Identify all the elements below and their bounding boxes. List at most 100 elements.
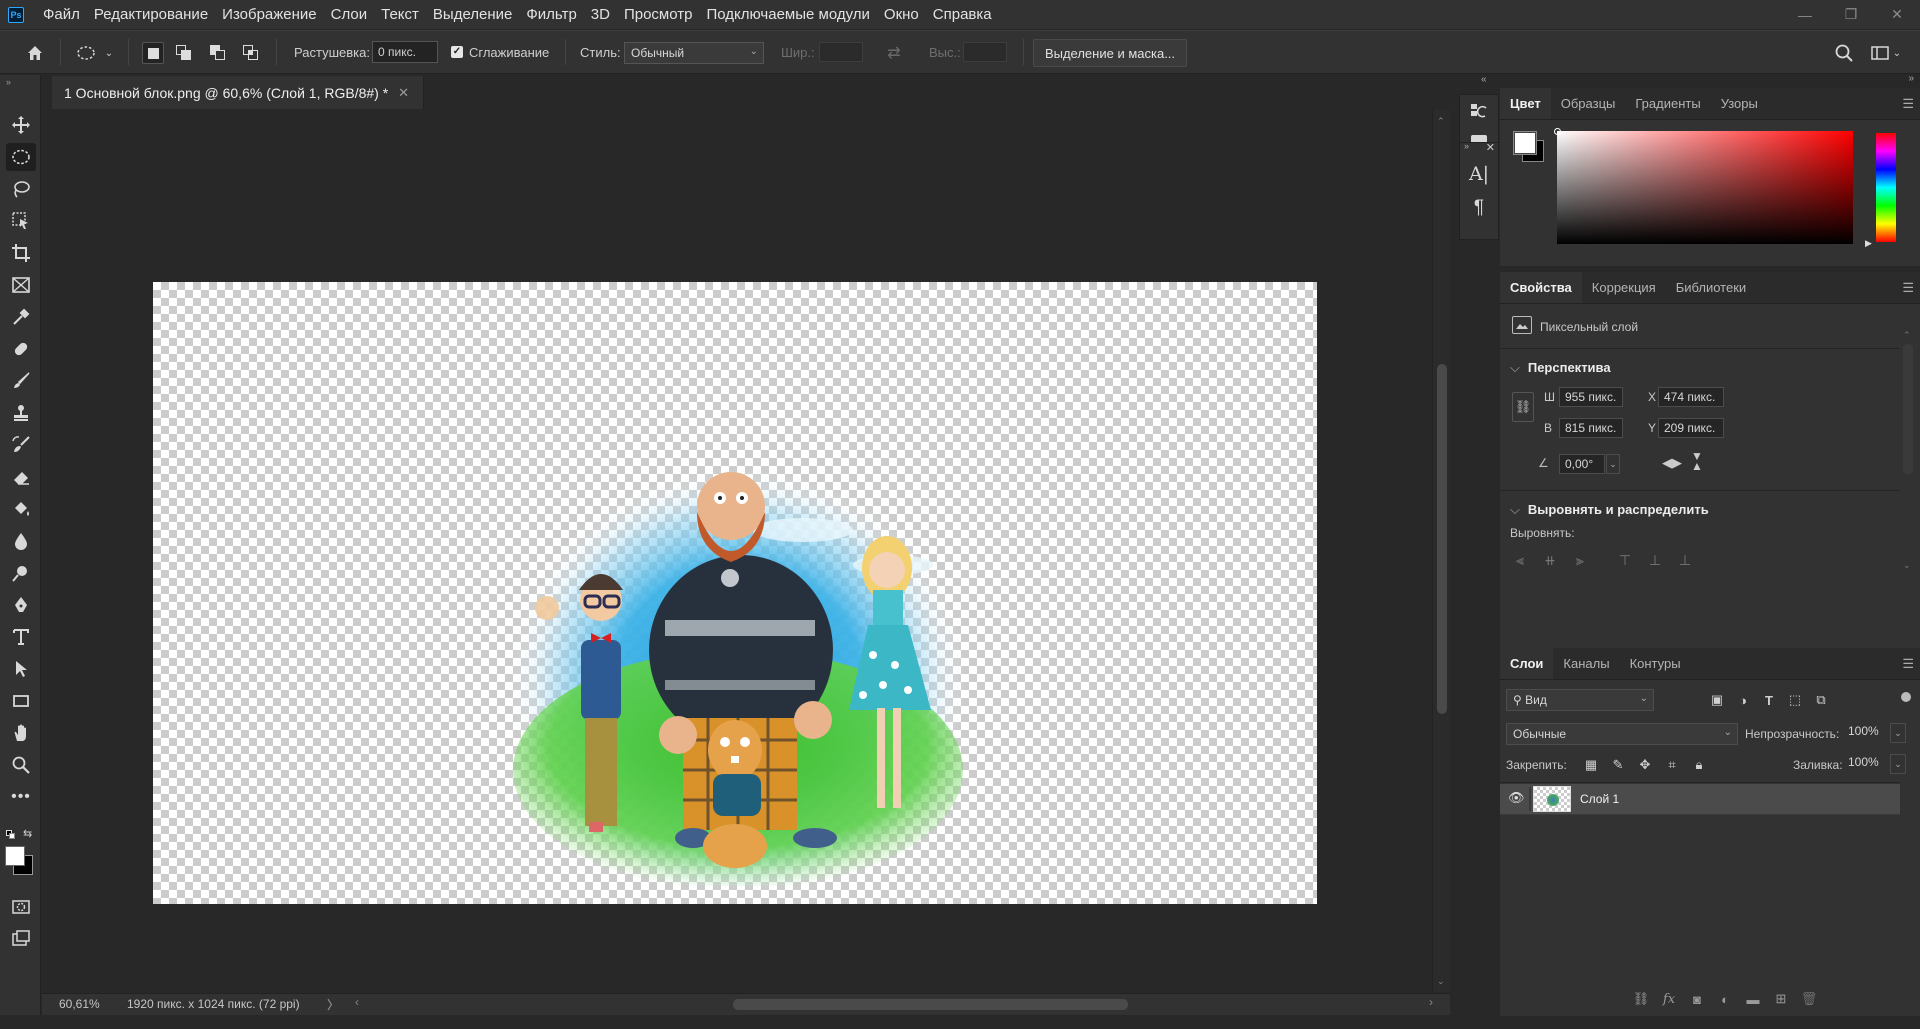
scroll-down-icon[interactable]: ⌄ <box>1903 560 1911 571</box>
foreground-color-swatch[interactable] <box>1513 131 1537 155</box>
paint-bucket-tool-icon[interactable] <box>6 495 36 523</box>
type-tool-icon[interactable] <box>6 623 36 651</box>
menu-help[interactable]: Справка <box>926 0 999 29</box>
align-horizontal-center-icon[interactable]: ⧺ <box>1540 550 1560 570</box>
tab-patterns[interactable]: Узоры <box>1711 88 1768 119</box>
document-canvas[interactable] <box>153 282 1317 904</box>
width-field[interactable]: 955 пикс. <box>1559 387 1623 407</box>
eyedropper-tool-icon[interactable] <box>6 303 36 331</box>
quick-mask-icon[interactable] <box>6 893 36 921</box>
blend-mode-select[interactable]: Обычные ⌄ <box>1506 723 1738 745</box>
lock-image-pixels-icon[interactable]: ✎ <box>1607 754 1629 776</box>
transform-section-header[interactable]: ⌵ Перспектива <box>1510 360 1611 376</box>
rectangle-tool-icon[interactable] <box>6 687 36 715</box>
align-top-icon[interactable]: ⊤ <box>1615 550 1635 570</box>
photoshop-logo-icon[interactable]: Ps <box>8 6 24 23</box>
hue-slider[interactable] <box>1876 133 1896 242</box>
intersect-selection-button[interactable] <box>240 42 262 64</box>
frame-tool-icon[interactable] <box>6 271 36 299</box>
move-tool-icon[interactable] <box>6 111 36 139</box>
menu-image[interactable]: Изображение <box>215 0 324 29</box>
y-field[interactable]: 209 пикс. <box>1658 418 1724 438</box>
visibility-eye-icon[interactable]: 👁︎ <box>1508 790 1525 806</box>
menu-type[interactable]: Текст <box>374 0 426 29</box>
delete-layer-icon[interactable]: 🗑︎ <box>1798 988 1820 1010</box>
filter-toggle-switch[interactable] <box>1901 692 1911 702</box>
minimize-button[interactable]: — <box>1782 0 1828 29</box>
restore-button[interactable]: ❐ <box>1828 0 1874 29</box>
lock-all-icon[interactable]: 🔒︎ <box>1688 754 1710 776</box>
tab-layers[interactable]: Слои <box>1500 648 1554 679</box>
scroll-right-icon[interactable]: › <box>1429 995 1433 1009</box>
filter-shape-icon[interactable]: ⬚ <box>1784 689 1806 711</box>
path-selection-tool-icon[interactable] <box>6 655 36 683</box>
vertical-scroll-thumb[interactable] <box>1437 364 1447 714</box>
expand-icon[interactable]: » <box>1464 141 1469 151</box>
scroll-up-icon[interactable]: ⌃ <box>1903 330 1911 341</box>
opacity-chevron-icon[interactable]: ⌄ <box>1890 723 1906 743</box>
object-selection-tool-icon[interactable] <box>6 207 36 235</box>
more-tools-icon[interactable]: ••• <box>6 783 36 811</box>
menu-filter[interactable]: Фильтр <box>519 0 583 29</box>
crop-tool-icon[interactable] <box>6 239 36 267</box>
layer-filter-select[interactable]: ⚲ Вид ⌄ <box>1506 689 1654 711</box>
menu-edit[interactable]: Редактирование <box>87 0 215 29</box>
menu-window[interactable]: Окно <box>877 0 926 29</box>
menu-plugins[interactable]: Подключаемые модули <box>699 0 876 29</box>
menu-layers[interactable]: Слои <box>324 0 374 29</box>
width-input[interactable] <box>819 42 863 62</box>
align-vertical-center-icon[interactable]: ⊥ <box>1645 550 1665 570</box>
history-icon[interactable] <box>1459 95 1499 129</box>
angle-dropdown-chevron-icon[interactable]: ⌄ <box>1606 454 1620 474</box>
brush-tool-icon[interactable] <box>6 367 36 395</box>
align-left-icon[interactable]: ⫷ <box>1510 550 1530 570</box>
hue-slider-marker-icon[interactable]: ▶ <box>1865 238 1872 249</box>
new-adjustment-layer-icon[interactable]: ◐ <box>1714 988 1736 1010</box>
height-field[interactable]: 815 пикс. <box>1559 418 1623 438</box>
expand-panels-icon[interactable]: « <box>1481 74 1487 85</box>
scroll-down-icon[interactable]: ⌄ <box>1437 976 1445 987</box>
add-mask-icon[interactable]: ◙ <box>1686 988 1708 1010</box>
history-brush-tool-icon[interactable] <box>6 431 36 459</box>
lasso-tool-icon[interactable] <box>6 175 36 203</box>
antialias-checkbox[interactable]: ✓ <box>451 46 463 58</box>
feather-input[interactable]: 0 пикс. <box>372 41 438 63</box>
tab-libraries[interactable]: Библиотеки <box>1666 272 1756 303</box>
document-tab[interactable]: 1 Основной блок.png @ 60,6% (Слой 1, RGB… <box>52 76 425 109</box>
style-select[interactable]: Обычный ⌄ <box>624 42 764 64</box>
lock-position-icon[interactable]: ✥ <box>1634 754 1656 776</box>
fill-chevron-icon[interactable]: ⌄ <box>1890 754 1906 774</box>
close-tab-icon[interactable]: ✕ <box>398 85 409 101</box>
add-to-selection-button[interactable] <box>173 42 195 64</box>
scroll-left-icon[interactable]: ‹ <box>355 995 359 1009</box>
subtract-from-selection-button[interactable] <box>207 42 229 64</box>
flip-vertical-icon[interactable]: ▼ ▲ <box>1691 450 1703 472</box>
horizontal-scroll-thumb[interactable] <box>733 999 1128 1010</box>
panel-collapse-icon[interactable]: » <box>6 77 11 87</box>
menu-select[interactable]: Выделение <box>426 0 519 29</box>
link-layers-icon[interactable]: ⛓ <box>1630 988 1652 1010</box>
close-window-button[interactable]: ✕ <box>1874 0 1920 29</box>
filter-adjustment-icon[interactable]: ◑ <box>1732 689 1754 711</box>
align-section-header[interactable]: ⌵ Выровнять и распределить <box>1510 502 1709 518</box>
properties-scroll-thumb[interactable] <box>1903 344 1913 474</box>
zoom-level[interactable]: 60,61% <box>59 997 100 1011</box>
opacity-value[interactable]: 100% <box>1848 724 1879 738</box>
dodge-tool-icon[interactable] <box>6 559 36 587</box>
foreground-color-swatch[interactable] <box>5 846 25 866</box>
panel-menu-icon[interactable]: ☰ <box>1902 656 1914 672</box>
height-input[interactable] <box>963 42 1007 62</box>
blur-tool-icon[interactable] <box>6 527 36 555</box>
chevron-down-icon[interactable]: ⌄ <box>102 41 116 65</box>
character-panel-icon[interactable]: A| <box>1459 157 1499 191</box>
clone-stamp-tool-icon[interactable] <box>6 399 36 427</box>
tab-channels[interactable]: Каналы <box>1553 648 1619 679</box>
default-colors-icon[interactable] <box>6 830 16 840</box>
menu-view[interactable]: Просмотр <box>617 0 700 29</box>
tab-adjustments[interactable]: Коррекция <box>1582 272 1666 303</box>
layer-row[interactable]: 👁︎ Слой 1 <box>1500 784 1900 814</box>
tab-paths[interactable]: Контуры <box>1620 648 1691 679</box>
color-picker-field[interactable] <box>1554 128 1853 244</box>
vertical-scrollbar[interactable]: ⌃ ⌄ <box>1432 110 1450 992</box>
eraser-tool-icon[interactable] <box>6 463 36 491</box>
